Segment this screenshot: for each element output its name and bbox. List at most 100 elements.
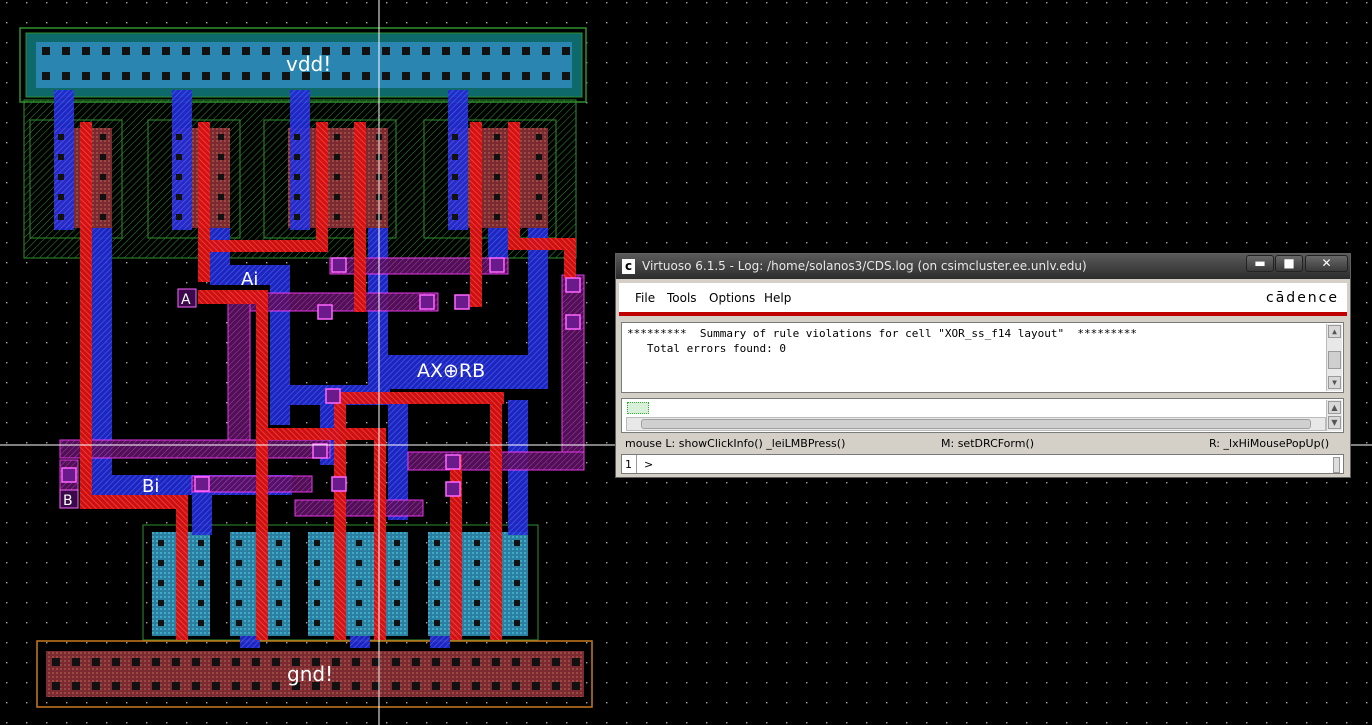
contact-square — [552, 658, 560, 666]
contact-square — [158, 600, 164, 606]
contact-square — [212, 658, 220, 666]
menu-file[interactable]: File — [635, 291, 655, 305]
contact-square — [100, 214, 106, 220]
minimize-button[interactable]: ▬ — [1246, 255, 1274, 272]
contact-square — [202, 72, 210, 80]
log-window-titlebar[interactable]: c Virtuoso 6.1.5 - Log: /home/solanos3/C… — [616, 254, 1350, 279]
contact-square — [294, 214, 300, 220]
contact-square — [482, 72, 490, 80]
input-scroll-down-icon[interactable]: ▼ — [1328, 416, 1341, 429]
contact-square — [462, 47, 470, 55]
contact-square — [356, 580, 362, 586]
contact-square — [536, 214, 542, 220]
contact-square — [472, 658, 480, 666]
contact-square — [474, 560, 480, 566]
output-vertical-scrollbar[interactable]: ▲ ▼ — [1326, 324, 1342, 391]
contact-square — [52, 658, 60, 666]
contact-square — [294, 154, 300, 160]
input-vertical-scrollbar[interactable]: ▲ ▼ — [1326, 400, 1342, 431]
contact-square — [494, 194, 500, 200]
log-window[interactable]: c Virtuoso 6.1.5 - Log: /home/solanos3/C… — [615, 253, 1351, 478]
contact-square — [332, 658, 340, 666]
contact-square — [142, 47, 150, 55]
contact-square — [434, 540, 440, 546]
contact-square — [572, 682, 580, 690]
contact-square — [402, 47, 410, 55]
contact-square — [152, 658, 160, 666]
contact-square — [218, 194, 224, 200]
contact-square — [402, 72, 410, 80]
contact-square — [100, 154, 106, 160]
command-line[interactable]: 1 > — [621, 454, 1344, 474]
menu-bar: File Tools Options Help cādence — [619, 283, 1347, 316]
contact-square — [342, 47, 350, 55]
command-resize-handle[interactable] — [1333, 457, 1340, 473]
contact-square — [314, 600, 320, 606]
contact-square — [452, 134, 458, 140]
contact-square — [58, 194, 64, 200]
contact-square — [422, 72, 430, 80]
contact-square — [432, 682, 440, 690]
cadence-app-icon: c — [622, 259, 635, 274]
contact-square — [394, 560, 400, 566]
contact-square — [492, 658, 500, 666]
contact-square — [62, 47, 70, 55]
menu-tools[interactable]: Tools — [667, 291, 697, 305]
contact-square — [72, 682, 80, 690]
contact-square — [212, 682, 220, 690]
contact-square — [314, 540, 320, 546]
horizontal-scrollbar[interactable] — [626, 417, 1326, 431]
ai-label: Ai — [241, 269, 258, 290]
input-scroll-up-icon[interactable]: ▲ — [1328, 401, 1341, 414]
contact-square — [412, 658, 420, 666]
contact-square — [452, 174, 458, 180]
contact-square — [252, 682, 260, 690]
contact-square — [502, 47, 510, 55]
contact-square — [262, 72, 270, 80]
contact-square — [176, 194, 182, 200]
contact-square — [474, 540, 480, 546]
menu-options[interactable]: Options — [709, 291, 755, 305]
horizontal-scroll-thumb[interactable] — [641, 419, 1311, 429]
contact-square — [218, 154, 224, 160]
window-title: Virtuoso 6.1.5 - Log: /home/solanos3/CDS… — [642, 259, 1087, 273]
contact-square — [334, 214, 340, 220]
contact-square — [314, 560, 320, 566]
contact-square — [562, 47, 570, 55]
contact-square — [334, 154, 340, 160]
command-input[interactable] — [656, 456, 1330, 473]
contact-square — [82, 72, 90, 80]
contact-square — [392, 682, 400, 690]
contact-square — [492, 682, 500, 690]
contact-square — [222, 47, 230, 55]
contact-square — [572, 658, 580, 666]
maximize-button[interactable]: ■ — [1275, 255, 1303, 272]
contact-square — [42, 72, 50, 80]
close-button[interactable]: ✕ — [1305, 255, 1348, 272]
log-input-pane[interactable]: ▲ ▼ — [621, 398, 1344, 433]
log-output-pane[interactable]: ********* Summary of rule violations for… — [621, 322, 1344, 393]
contact-square — [314, 620, 320, 626]
contact-square — [142, 72, 150, 80]
contact-square — [522, 72, 530, 80]
contact-square — [294, 174, 300, 180]
contact-square — [218, 134, 224, 140]
contact-square — [232, 682, 240, 690]
contact-square — [276, 580, 282, 586]
contact-square — [452, 214, 458, 220]
output-line-summary: ********* Summary of rule violations for… — [627, 327, 1137, 340]
contact-square — [294, 194, 300, 200]
menu-help[interactable]: Help — [764, 291, 791, 305]
scroll-up-icon[interactable]: ▲ — [1328, 325, 1341, 338]
contact-square — [236, 600, 242, 606]
contact-square — [58, 134, 64, 140]
scroll-thumb[interactable] — [1328, 351, 1341, 369]
contact-square — [462, 72, 470, 80]
contact-square — [452, 682, 460, 690]
contact-square — [262, 47, 270, 55]
contact-square — [276, 600, 282, 606]
mouse-right-binding: R: _lxHiMousePopUp() — [1209, 437, 1330, 450]
output-label: AX⊕RB — [417, 360, 485, 382]
scroll-down-icon[interactable]: ▼ — [1328, 376, 1341, 389]
contact-square — [52, 682, 60, 690]
